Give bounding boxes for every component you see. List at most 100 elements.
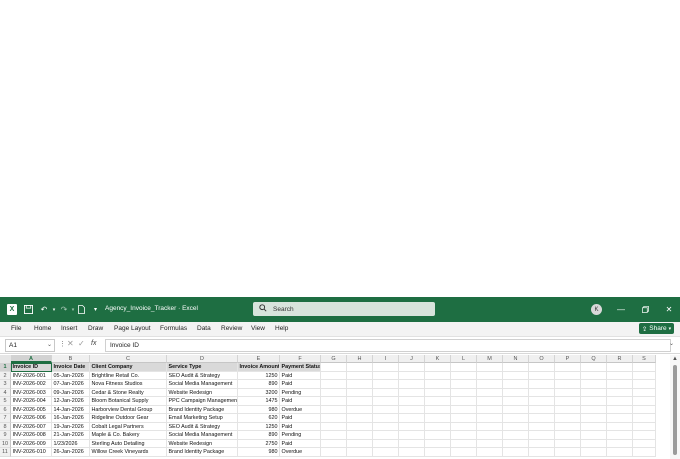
cell-r10[interactable] — [607, 439, 633, 448]
cell-d8[interactable]: SEO Audit & Strategy — [167, 422, 238, 431]
cell-j4[interactable] — [399, 388, 425, 397]
cell-b6[interactable]: 14-Jan-2026 — [52, 405, 90, 414]
cell-l11[interactable] — [451, 448, 477, 457]
row-header-6[interactable]: 6 — [0, 405, 11, 414]
column-header-j[interactable]: J — [399, 355, 425, 363]
enter-icon[interactable]: ✓ — [78, 339, 85, 348]
cell-m2[interactable] — [477, 371, 503, 380]
cell-c5[interactable]: Bloom Botanical Supply — [90, 397, 167, 406]
cell-c9[interactable]: Maple & Co. Bakery — [90, 431, 167, 440]
cell-i10[interactable] — [373, 439, 399, 448]
cell-e7[interactable]: 620 — [238, 414, 280, 423]
cell-n3[interactable] — [503, 380, 529, 389]
column-header-a[interactable]: A — [11, 355, 52, 363]
cell-c7[interactable]: Ridgeline Outdoor Gear — [90, 414, 167, 423]
cell-b5[interactable]: 12-Jan-2026 — [52, 397, 90, 406]
tab-data[interactable]: Data — [197, 325, 211, 332]
cell-h5[interactable] — [347, 397, 373, 406]
cell-h11[interactable] — [347, 448, 373, 457]
cell-r1[interactable] — [607, 363, 633, 372]
tab-formulas[interactable]: Formulas — [160, 325, 187, 332]
cell-g1[interactable] — [321, 363, 347, 372]
cell-m9[interactable] — [477, 431, 503, 440]
share-button[interactable]: ⇪ Share ▾ — [639, 323, 674, 334]
cell-s4[interactable] — [633, 388, 656, 397]
cell-b10[interactable]: 1/23/2026 — [52, 439, 90, 448]
cell-s7[interactable] — [633, 414, 656, 423]
cell-k2[interactable] — [425, 371, 451, 380]
cell-d7[interactable]: Email Marketing Setup — [167, 414, 238, 423]
cell-l4[interactable] — [451, 388, 477, 397]
cell-f4[interactable]: Pending — [280, 388, 321, 397]
cell-p10[interactable] — [555, 439, 581, 448]
cell-l7[interactable] — [451, 414, 477, 423]
cell-g10[interactable] — [321, 439, 347, 448]
cell-q3[interactable] — [581, 380, 607, 389]
cell-b2[interactable]: 05-Jan-2026 — [52, 371, 90, 380]
cell-p11[interactable] — [555, 448, 581, 457]
cell-k10[interactable] — [425, 439, 451, 448]
cell-r6[interactable] — [607, 405, 633, 414]
cell-r2[interactable] — [607, 371, 633, 380]
column-header-d[interactable]: D — [167, 355, 238, 363]
cell-a1[interactable]: Invoice ID — [11, 363, 52, 372]
cell-a11[interactable]: INV-2026-010 — [11, 448, 52, 457]
cell-k1[interactable] — [425, 363, 451, 372]
cell-p9[interactable] — [555, 431, 581, 440]
cell-k5[interactable] — [425, 397, 451, 406]
cell-f6[interactable]: Overdue — [280, 405, 321, 414]
tab-view[interactable]: View — [251, 325, 265, 332]
cell-d11[interactable]: Brand Identity Package — [167, 448, 238, 457]
cell-g11[interactable] — [321, 448, 347, 457]
cell-d10[interactable]: Website Redesign — [167, 439, 238, 448]
cell-b9[interactable]: 21-Jan-2026 — [52, 431, 90, 440]
cell-p6[interactable] — [555, 405, 581, 414]
cell-r9[interactable] — [607, 431, 633, 440]
vertical-scrollbar[interactable]: ▲ — [670, 355, 680, 459]
cell-h10[interactable] — [347, 439, 373, 448]
cell-c4[interactable]: Cedar & Stone Realty — [90, 388, 167, 397]
cell-r7[interactable] — [607, 414, 633, 423]
cell-i7[interactable] — [373, 414, 399, 423]
cell-o8[interactable] — [529, 422, 555, 431]
cell-m3[interactable] — [477, 380, 503, 389]
formula-input[interactable]: Invoice ID — [105, 339, 671, 352]
tab-file[interactable]: File — [11, 325, 21, 332]
spreadsheet-grid[interactable]: ▲ A B C D E F G H I J K L M N O P Q R S 1 Invoice ID Invoice … — [0, 355, 680, 459]
undo-icon[interactable]: ↶ — [38, 304, 50, 315]
cell-q6[interactable] — [581, 405, 607, 414]
cell-j11[interactable] — [399, 448, 425, 457]
cell-d1[interactable]: Service Type — [167, 363, 238, 372]
cell-a10[interactable]: INV-2026-009 — [11, 439, 52, 448]
cell-q5[interactable] — [581, 397, 607, 406]
cell-s3[interactable] — [633, 380, 656, 389]
tab-help[interactable]: Help — [275, 325, 288, 332]
cell-m1[interactable] — [477, 363, 503, 372]
cell-b3[interactable]: 07-Jan-2026 — [52, 380, 90, 389]
cell-s10[interactable] — [633, 439, 656, 448]
cell-p8[interactable] — [555, 422, 581, 431]
cell-h9[interactable] — [347, 431, 373, 440]
cell-b7[interactable]: 16-Jan-2026 — [52, 414, 90, 423]
cell-o1[interactable] — [529, 363, 555, 372]
cell-a5[interactable]: INV-2026-004 — [11, 397, 52, 406]
cell-l3[interactable] — [451, 380, 477, 389]
cell-d2[interactable]: SEO Audit & Strategy — [167, 371, 238, 380]
redo-dropdown-icon[interactable]: ▾ — [70, 304, 76, 315]
cell-e8[interactable]: 1250 — [238, 422, 280, 431]
cell-m10[interactable] — [477, 439, 503, 448]
column-header-s[interactable]: S — [633, 355, 656, 363]
cell-j9[interactable] — [399, 431, 425, 440]
cell-e6[interactable]: 980 — [238, 405, 280, 414]
cell-j8[interactable] — [399, 422, 425, 431]
cell-q4[interactable] — [581, 388, 607, 397]
cell-e9[interactable]: 890 — [238, 431, 280, 440]
cell-g2[interactable] — [321, 371, 347, 380]
cell-o9[interactable] — [529, 431, 555, 440]
column-header-l[interactable]: L — [451, 355, 477, 363]
cell-j7[interactable] — [399, 414, 425, 423]
column-header-r[interactable]: R — [607, 355, 633, 363]
scroll-thumb[interactable] — [673, 365, 677, 455]
column-header-f[interactable]: F — [280, 355, 321, 363]
cell-g5[interactable] — [321, 397, 347, 406]
